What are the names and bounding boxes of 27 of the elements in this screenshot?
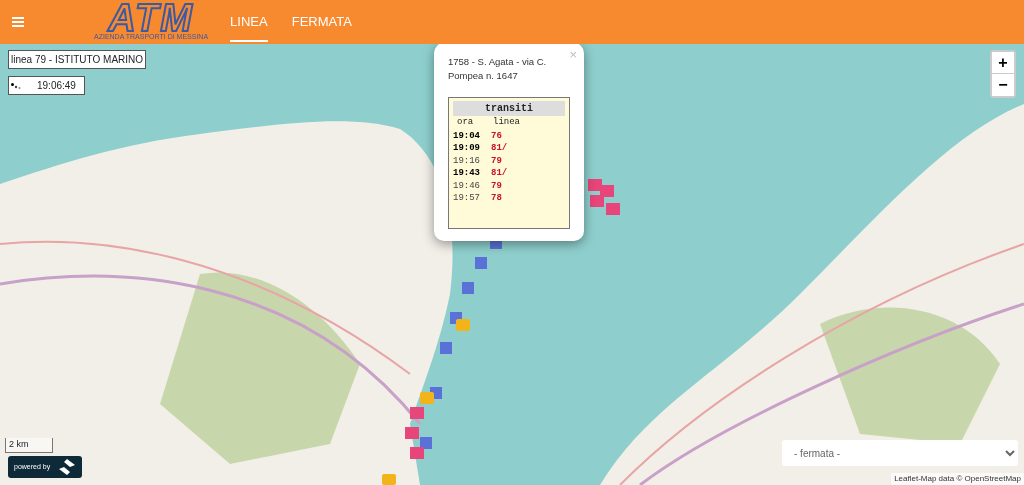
scale-bar: 2 km: [5, 438, 53, 453]
line-cell-text: 79: [490, 154, 502, 167]
time-cell-text: 19:16: [453, 154, 481, 167]
stop-select[interactable]: - fermata -: [782, 440, 1018, 466]
clock-time: 19:06:49: [37, 79, 76, 93]
popup-title: 1758 - S. Agata - via C. Pompea n. 1647: [448, 55, 548, 83]
line-cell-text: 78: [490, 192, 502, 205]
time-cell-text: 19:57: [453, 192, 481, 205]
table-title: transiti: [453, 101, 565, 116]
menu-icon[interactable]: [12, 17, 24, 27]
line-label: linea 79 - ISTITUTO MARINO: [8, 50, 147, 69]
column-header: ora: [456, 116, 475, 129]
time-cell-text: 19:43: [453, 167, 481, 180]
line-cell-text: 76: [490, 129, 502, 142]
zoom-in-button[interactable]: +: [992, 52, 1014, 74]
line-cell-text: 81/: [490, 167, 508, 180]
osm-link[interactable]: OpenStreetMap: [964, 474, 1021, 483]
line-cell-text: 79: [490, 179, 502, 192]
attribution-text: -Map data ©: [918, 474, 964, 483]
time-cell-text: 19:09: [453, 142, 481, 155]
line-cell-text: 81/: [490, 142, 508, 155]
time-cell-text: 19:46: [453, 179, 481, 192]
leaflet-link[interactable]: Leaflet: [894, 474, 919, 483]
logo-icon: [58, 459, 77, 475]
signal-icon: [11, 82, 21, 89]
time-cell-text: 19:04: [453, 129, 481, 142]
column-header: linea: [492, 116, 520, 129]
